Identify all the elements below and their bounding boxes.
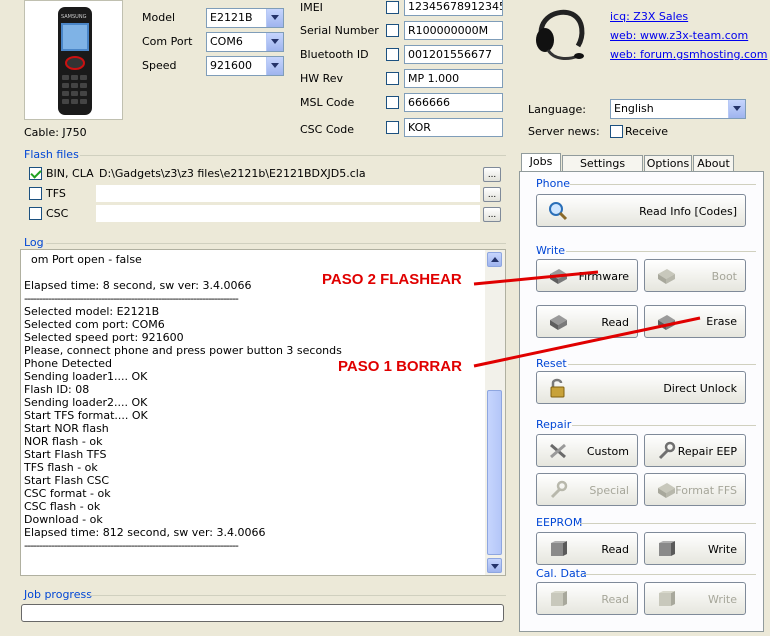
arrow-step2-line	[473, 270, 599, 286]
arrow-step1-line	[473, 316, 701, 368]
annotation-arrows	[473, 270, 701, 368]
